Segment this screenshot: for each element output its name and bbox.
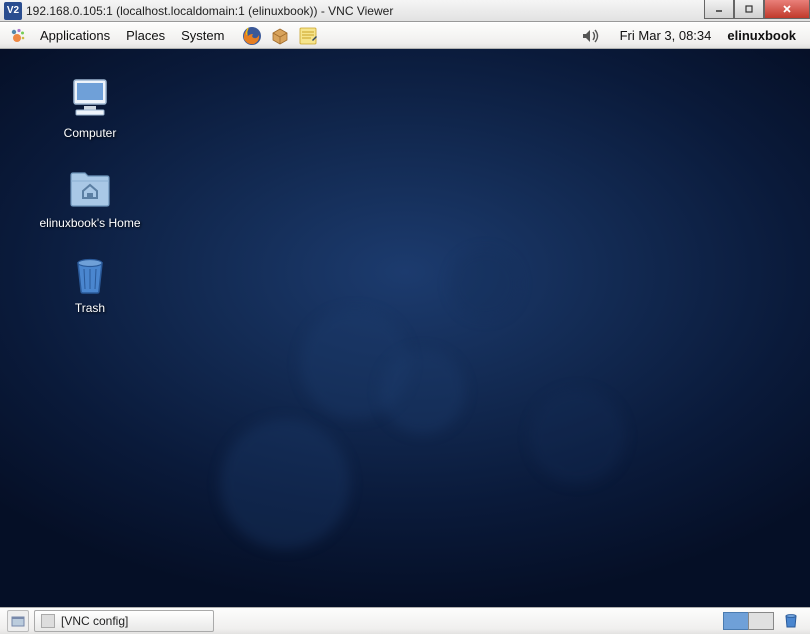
desktop-icon-computer[interactable]: Computer <box>30 74 150 140</box>
volume-applet[interactable] <box>580 25 602 47</box>
show-desktop-icon <box>10 613 26 629</box>
home-folder-icon <box>66 164 114 212</box>
window-controls <box>704 0 810 19</box>
desktop-icon-label: Computer <box>64 126 117 140</box>
menu-places[interactable]: Places <box>118 22 173 49</box>
desktop[interactable]: Computer elinuxbook's Home Trash <box>0 49 810 607</box>
maximize-button[interactable] <box>734 0 764 19</box>
speaker-icon <box>580 25 602 47</box>
user-menu[interactable]: elinuxbook <box>721 28 806 43</box>
notepad-icon <box>297 25 319 47</box>
trash-applet[interactable] <box>781 610 803 632</box>
package-manager-launcher[interactable] <box>268 24 292 48</box>
desktop-icon-label: elinuxbook's Home <box>39 216 140 230</box>
window-icon <box>41 614 55 628</box>
close-icon <box>781 3 793 15</box>
wallpaper-circle <box>450 249 520 319</box>
taskbar-item-vnc-config[interactable]: [VNC config] <box>34 610 214 632</box>
gnome-foot-icon[interactable] <box>8 26 28 46</box>
maximize-icon <box>744 4 754 14</box>
trash-icon <box>781 610 801 630</box>
minimize-icon <box>714 4 724 14</box>
text-editor-launcher[interactable] <box>296 24 320 48</box>
workspace-2[interactable] <box>748 612 774 630</box>
trash-icon <box>66 249 114 297</box>
window-title: 192.168.0.105:1 (localhost.localdomain:1… <box>26 4 393 18</box>
firefox-launcher[interactable] <box>240 24 264 48</box>
wallpaper-circle <box>380 349 465 434</box>
show-desktop-button[interactable] <box>7 610 29 632</box>
clock[interactable]: Fri Mar 3, 08:34 <box>610 28 722 43</box>
wallpaper-circle <box>220 419 350 549</box>
taskbar-item-label: [VNC config] <box>61 614 128 628</box>
gnome-top-panel: Applications Places System Fri Mar 3, 08… <box>0 22 810 49</box>
workspace-1[interactable] <box>723 612 749 630</box>
wallpaper-circle <box>530 389 625 484</box>
desktop-icon-trash[interactable]: Trash <box>30 249 150 315</box>
firefox-icon <box>241 25 263 47</box>
vnc-logo-icon: V2 <box>4 2 22 20</box>
minimize-button[interactable] <box>704 0 734 19</box>
computer-icon <box>66 74 114 122</box>
gnome-bottom-panel: [VNC config] <box>0 607 810 634</box>
desktop-icon-label: Trash <box>75 301 105 315</box>
workspace-switcher[interactable] <box>724 612 774 630</box>
desktop-icon-home[interactable]: elinuxbook's Home <box>30 164 150 230</box>
box-icon <box>269 25 291 47</box>
window-titlebar: V2 192.168.0.105:1 (localhost.localdomai… <box>0 0 810 22</box>
vnc-content: Applications Places System Fri Mar 3, 08… <box>0 22 810 634</box>
menu-system[interactable]: System <box>173 22 232 49</box>
menu-applications[interactable]: Applications <box>32 22 118 49</box>
close-button[interactable] <box>764 0 810 19</box>
